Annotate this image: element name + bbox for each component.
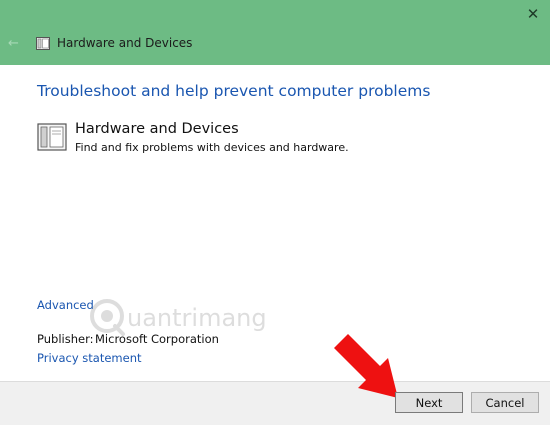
close-icon: ✕ <box>526 5 540 23</box>
back-button[interactable]: ← <box>8 36 24 52</box>
publisher-label: Publisher: <box>37 332 94 346</box>
troubleshooter-item-title: Hardware and Devices <box>75 121 239 137</box>
troubleshooter-item-description: Find and fix problems with devices and h… <box>75 141 349 154</box>
page-heading: Troubleshoot and help prevent computer p… <box>37 82 431 100</box>
back-arrow-icon: ← <box>8 36 19 51</box>
close-button[interactable]: ✕ <box>522 3 544 25</box>
watermark-text: uantrimang <box>127 304 267 332</box>
cancel-button[interactable]: Cancel <box>471 392 539 413</box>
publisher-value: Microsoft Corporation <box>95 332 219 346</box>
button-footer <box>0 381 550 425</box>
title-bar: ✕ ← Hardware and Devices <box>0 0 550 65</box>
privacy-statement-link[interactable]: Privacy statement <box>37 351 142 365</box>
hardware-devices-icon <box>37 123 67 151</box>
advanced-link[interactable]: Advanced <box>37 298 94 312</box>
hardware-devices-icon <box>36 37 50 50</box>
troubleshooter-window: ✕ ← Hardware and Devices Troubleshoot an… <box>0 0 550 425</box>
next-button[interactable]: Next <box>395 392 463 413</box>
window-title: Hardware and Devices <box>57 36 193 50</box>
